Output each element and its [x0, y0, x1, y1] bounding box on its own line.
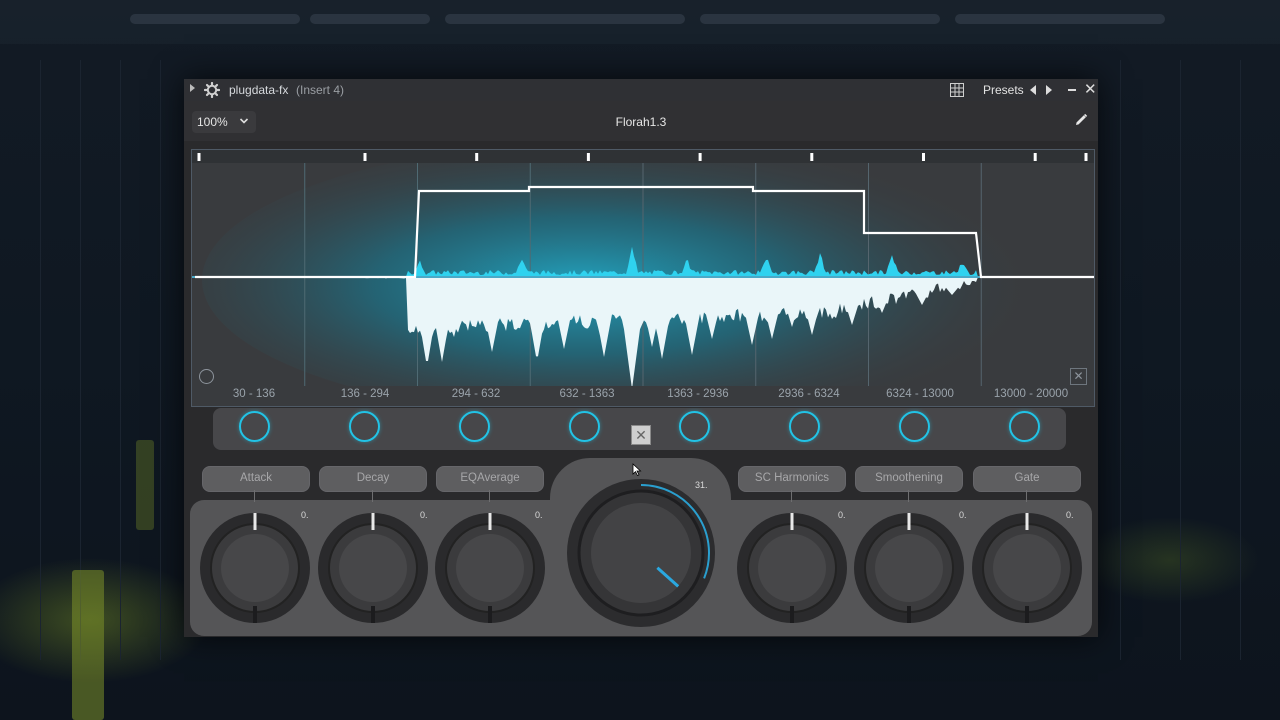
daw-blurred-text [445, 14, 685, 24]
band-split-handle[interactable] [698, 153, 702, 161]
window-subtitle: (Insert 4) [296, 83, 345, 97]
decay-knob[interactable] [317, 512, 429, 624]
band-split-handle[interactable] [197, 153, 201, 161]
presets-label[interactable]: Presets [983, 83, 1024, 97]
label-stem [372, 490, 373, 502]
band-label: 30 - 136 [232, 388, 276, 400]
gear-icon[interactable] [204, 82, 220, 98]
main-knob[interactable] [566, 478, 716, 628]
gate-knob[interactable] [971, 512, 1083, 624]
band-label: 6324 - 13000 [886, 388, 954, 400]
band-split-handle[interactable] [475, 153, 479, 161]
band-toggle-1[interactable] [239, 411, 270, 442]
band-label: 294 - 632 [451, 388, 501, 400]
eqaverage-knob[interactable] [434, 512, 546, 624]
knob-face [993, 534, 1061, 602]
sc-harmonics-knob[interactable] [736, 512, 848, 624]
preset-prev-icon[interactable] [1030, 85, 1036, 95]
band-toggle-3[interactable] [459, 411, 490, 442]
close-icon[interactable]: ✕ [1084, 82, 1097, 97]
spectrum-display[interactable]: 30 - 136 136 - 294 294 - 632 632 - 1363 … [191, 149, 1095, 407]
daw-blurred-text [700, 14, 940, 24]
knob-face [875, 534, 943, 602]
minimize-icon[interactable] [1068, 89, 1076, 91]
knob-face [339, 534, 407, 602]
reset-circle-button[interactable] [199, 369, 214, 384]
label-stem [489, 490, 490, 502]
daw-level-meter [136, 440, 154, 530]
daw-blurred-text [310, 14, 430, 24]
knob-face [758, 534, 826, 602]
band-split-handle[interactable] [586, 153, 590, 161]
plugin-toolbar: 100% Florah1.3 [184, 101, 1098, 141]
band-toggle-4[interactable] [569, 411, 600, 442]
eqaverage-value: 0. [535, 510, 543, 520]
band-labels: 30 - 136 136 - 294 294 - 632 632 - 1363 … [192, 386, 1094, 404]
daw-column [1240, 60, 1241, 660]
knob-face [456, 534, 524, 602]
mouse-cursor-icon [632, 463, 642, 477]
daw-blurred-text [955, 14, 1165, 24]
expand-arrow-icon[interactable] [190, 84, 195, 92]
gate-value: 0. [1066, 510, 1074, 520]
daw-column [120, 60, 121, 660]
attack-value: 0. [301, 510, 309, 520]
band-split-handle[interactable] [810, 153, 814, 161]
knob-face [591, 503, 691, 603]
band-label: 1363 - 2936 [667, 388, 729, 400]
knob-face [221, 534, 289, 602]
label-stem [908, 490, 909, 502]
window-title: plugdata-fx [229, 83, 289, 97]
pencil-icon[interactable] [1074, 113, 1088, 127]
daw-blurred-text [130, 14, 300, 24]
main-value: 31. [695, 480, 708, 490]
sc-harmonics-value: 0. [838, 510, 846, 520]
sc-harmonics-label[interactable]: SC Harmonics [738, 466, 846, 492]
smoothening-knob[interactable] [853, 512, 965, 624]
band-split-handle[interactable] [922, 153, 925, 161]
band-label: 2936 - 6324 [778, 388, 840, 400]
band-split-handle[interactable] [1033, 153, 1037, 161]
patch-name: Florah1.3 [615, 115, 667, 129]
band-toggle-7[interactable] [899, 411, 930, 442]
grid-icon[interactable] [950, 83, 964, 97]
band-toggle-6[interactable] [789, 411, 820, 442]
band-label: 136 - 294 [340, 388, 390, 400]
band-toggle-5[interactable] [679, 411, 710, 442]
eqaverage-label[interactable]: EQAverage [436, 466, 544, 492]
gate-label[interactable]: Gate [973, 466, 1081, 492]
attack-knob[interactable] [199, 512, 311, 624]
daw-column [160, 60, 161, 660]
band-toggle-8[interactable] [1009, 411, 1040, 442]
smoothening-label[interactable]: Smoothening [855, 466, 963, 492]
band-toggle-2[interactable] [349, 411, 380, 442]
label-stem [791, 490, 792, 502]
clear-button[interactable]: ✕ [1070, 368, 1087, 385]
decay-label[interactable]: Decay [319, 466, 427, 492]
band-clear-button[interactable]: ✕ [631, 425, 651, 445]
attack-label[interactable]: Attack [202, 466, 310, 492]
label-stem [1026, 490, 1027, 502]
label-stem [254, 490, 255, 502]
decay-value: 0. [420, 510, 428, 520]
daw-column [1180, 60, 1181, 660]
band-label: 13000 - 20000 [993, 388, 1069, 400]
smoothening-value: 0. [959, 510, 967, 520]
daw-level-meter [72, 570, 104, 720]
daw-column [1120, 60, 1121, 660]
band-split-handle[interactable] [363, 153, 367, 161]
title-bar: plugdata-fx (Insert 4) Presets ✕ [184, 79, 1098, 101]
band-label: 632 - 1363 [559, 388, 615, 400]
band-split-handle[interactable] [1084, 153, 1088, 161]
preset-next-icon[interactable] [1046, 85, 1052, 95]
spectrum-graph [192, 150, 1094, 386]
daw-column [40, 60, 41, 660]
